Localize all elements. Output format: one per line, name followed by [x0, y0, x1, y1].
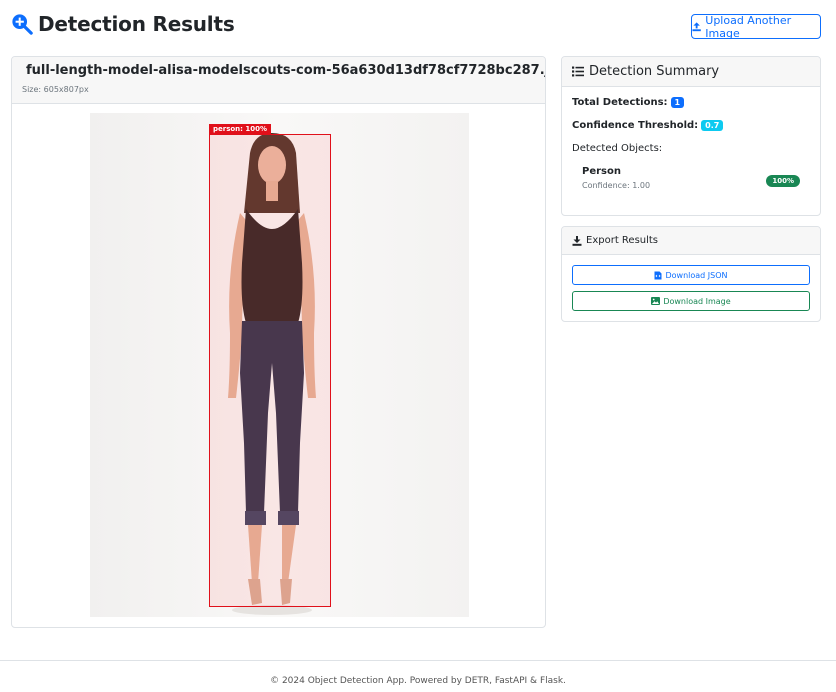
- page-header: Detection Results: [11, 12, 235, 36]
- upload-another-image-button[interactable]: Upload Another Image: [691, 13, 821, 40]
- image-panel-header: full-length-model-alisa-modelscouts-com-…: [12, 57, 545, 104]
- confidence-threshold-label: Confidence Threshold:: [572, 120, 699, 131]
- image-filename: full-length-model-alisa-modelscouts-com-…: [26, 63, 546, 78]
- detection-bounding-box: [209, 134, 331, 607]
- page-footer: © 2024 Object Detection App. Powered by …: [0, 660, 836, 692]
- detection-summary-panel: Detection Summary Total Detections: 1 Co…: [561, 56, 821, 216]
- confidence-threshold-badge: 0.7: [701, 120, 724, 131]
- export-title: Export Results: [586, 235, 659, 246]
- download-image-button[interactable]: Download Image: [572, 291, 810, 311]
- list-icon: [572, 66, 584, 77]
- export-header: Export Results: [562, 227, 820, 255]
- detection-image: person: 100%: [90, 113, 469, 617]
- total-detections-row: Total Detections: 1: [572, 97, 810, 108]
- detected-objects-label: Detected Objects:: [572, 143, 663, 154]
- download-json-button[interactable]: Download JSON: [572, 265, 810, 285]
- image-icon: [651, 297, 661, 305]
- zoom-in-icon: [12, 14, 33, 35]
- summary-title: Detection Summary: [589, 64, 720, 79]
- confidence-threshold-row: Confidence Threshold: 0.7: [572, 120, 810, 131]
- export-results-panel: Export Results Download JSON Download Im…: [561, 226, 821, 322]
- object-percent-badge: 100%: [766, 175, 800, 187]
- detection-label: person: 100%: [209, 124, 272, 134]
- total-detections-label: Total Detections:: [572, 97, 668, 108]
- file-code-icon: [654, 271, 662, 279]
- footer-text: © 2024 Object Detection App. Powered by …: [270, 676, 566, 686]
- download-json-label: Download JSON: [665, 270, 728, 280]
- image-size: Size: 605x807px: [22, 85, 89, 94]
- summary-header: Detection Summary: [562, 57, 820, 87]
- download-icon: [572, 235, 582, 246]
- page-title: Detection Results: [38, 12, 235, 36]
- list-item: Person Confidence: 1.00 100%: [572, 166, 810, 190]
- image-panel: full-length-model-alisa-modelscouts-com-…: [11, 56, 546, 628]
- upload-button-label: Upload Another Image: [705, 13, 792, 40]
- upload-icon: [692, 21, 701, 31]
- download-image-label: Download Image: [663, 296, 731, 306]
- total-detections-badge: 1: [670, 97, 685, 108]
